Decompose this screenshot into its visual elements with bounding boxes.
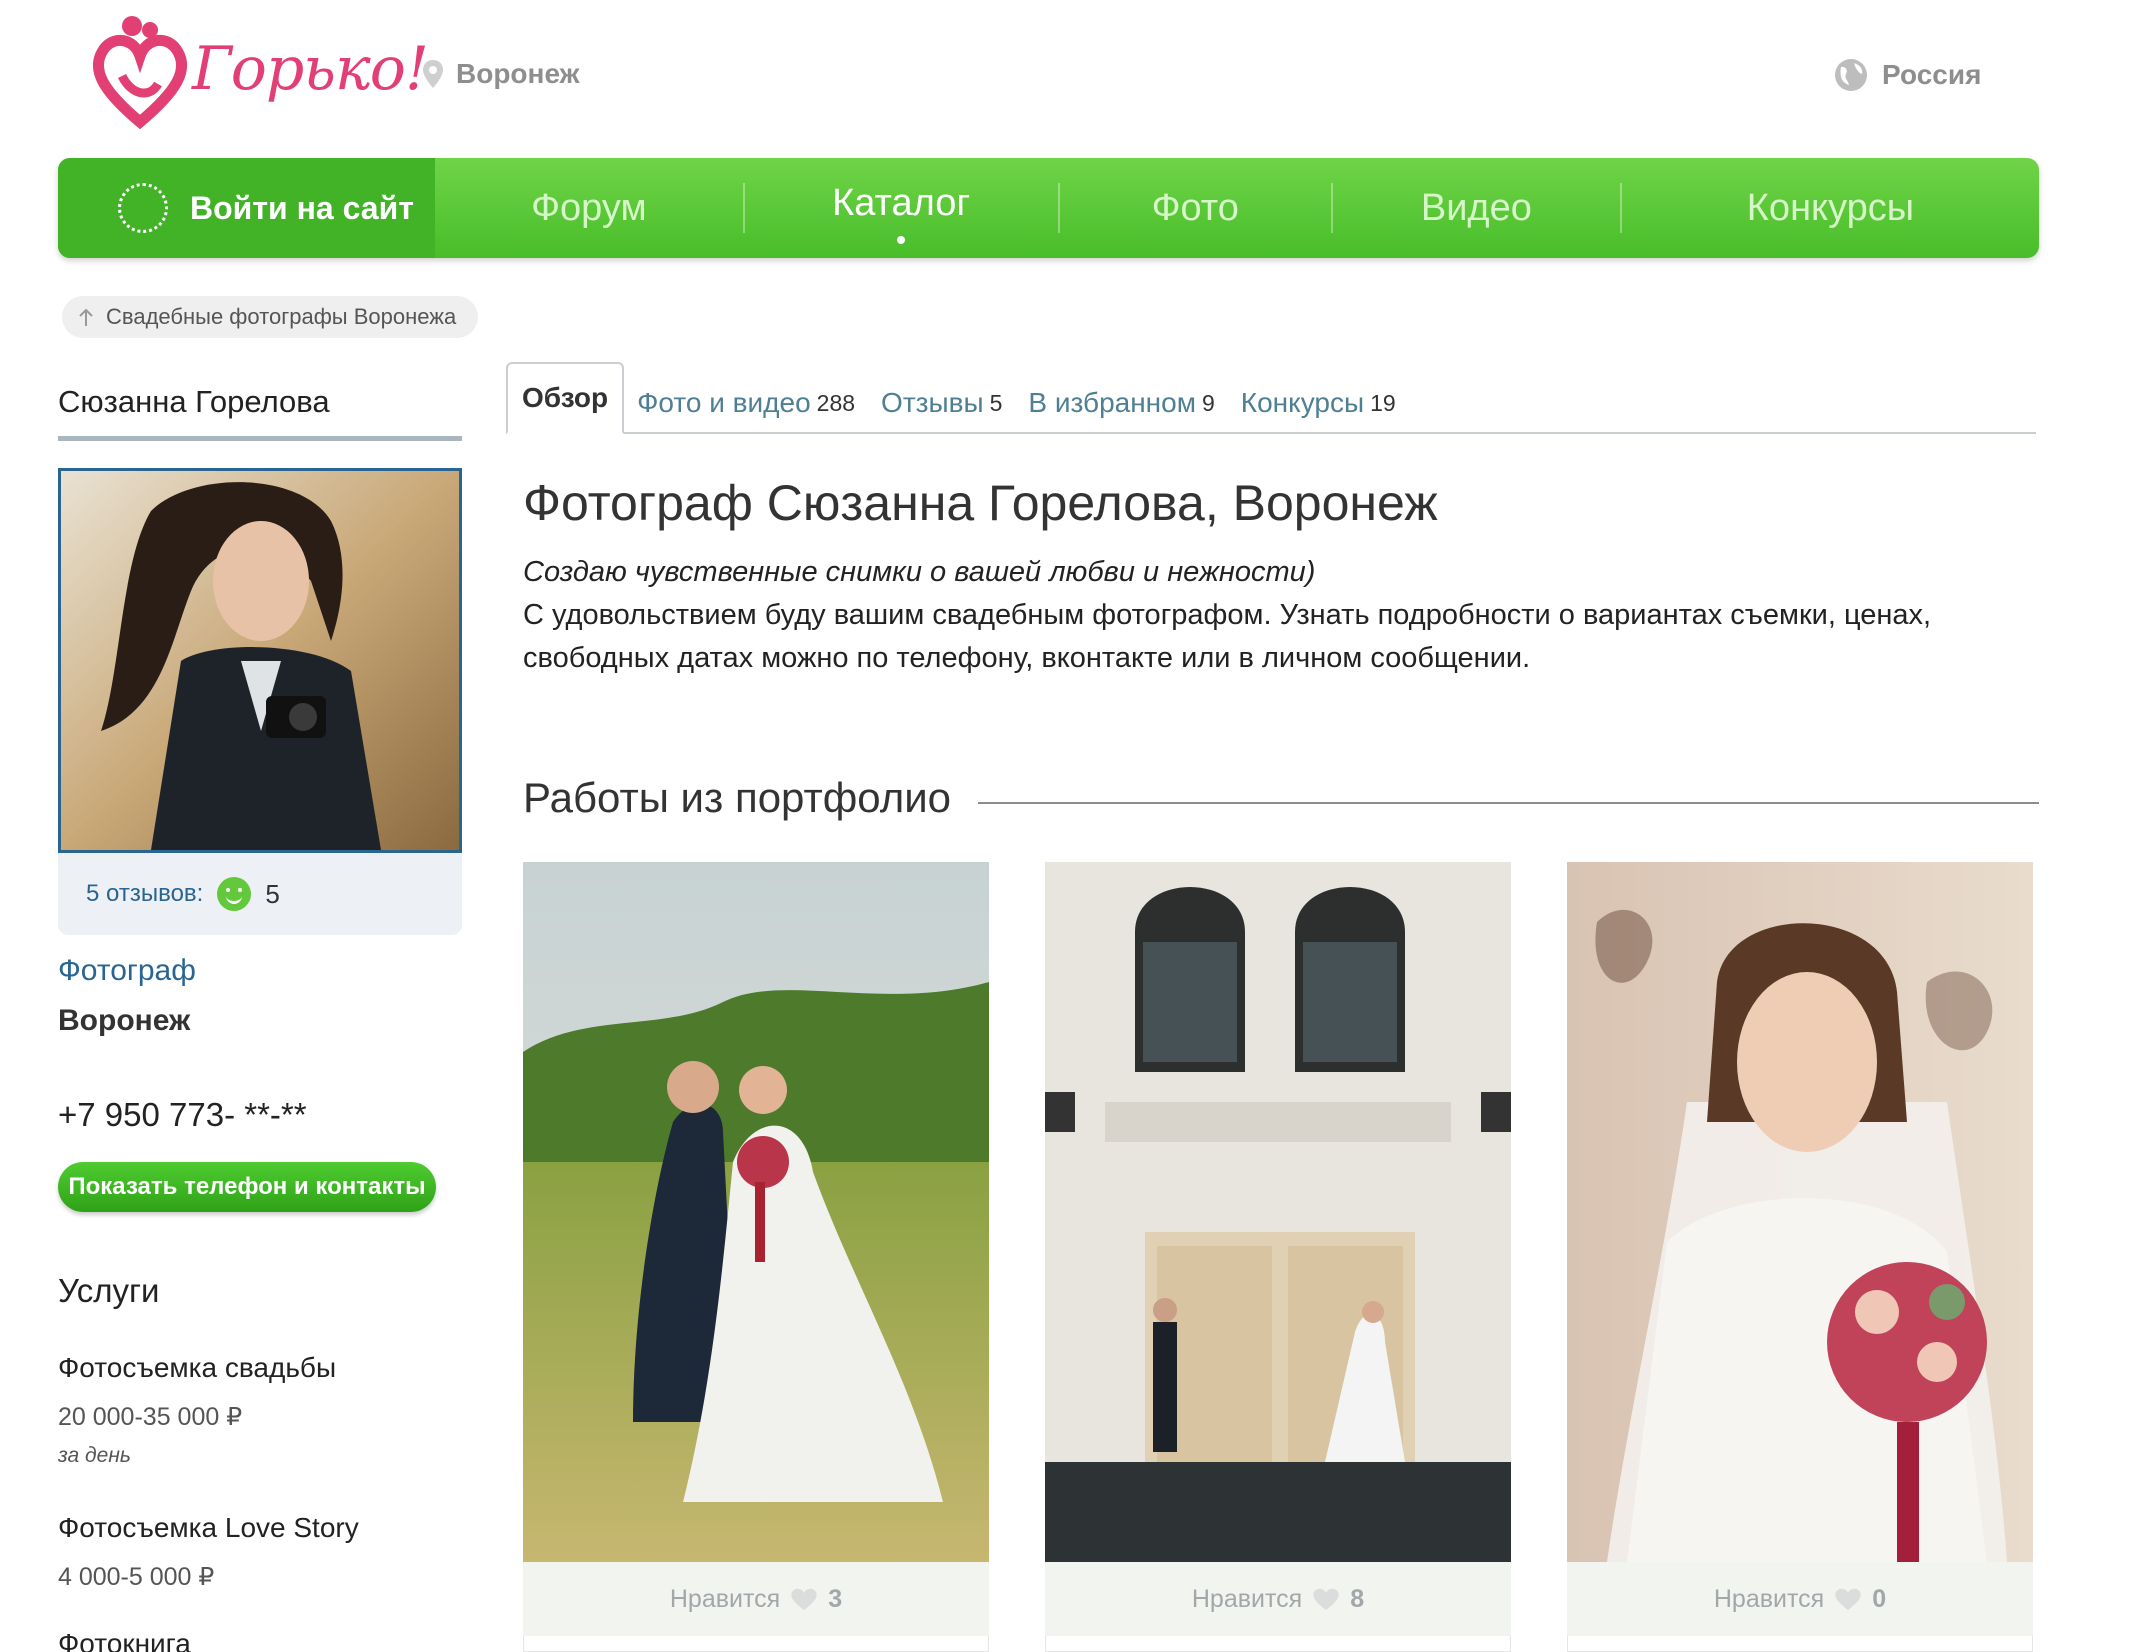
like-button[interactable]: Нравится 8 xyxy=(1045,1562,1511,1636)
nav-item-contests[interactable]: Конкурсы xyxy=(1622,158,2039,258)
portfolio-image xyxy=(1567,862,2033,1562)
profile-city: Воронеж xyxy=(58,1004,191,1037)
rating-box: 5 отзывов: 5 xyxy=(58,853,462,935)
nav-item-photo[interactable]: Фото xyxy=(1060,158,1331,258)
like-label: Нравится xyxy=(1713,1584,1825,1613)
card-footer xyxy=(1567,1636,2033,1652)
main-nav: Войти на сайт Форум Каталог Фото Видео К… xyxy=(58,158,2039,258)
smile-icon xyxy=(217,877,252,911)
tab-count: 9 xyxy=(1201,389,1215,416)
like-count: 0 xyxy=(1872,1584,1887,1613)
portfolio-image xyxy=(523,862,989,1562)
tab-label: Отзывы xyxy=(881,387,984,418)
like-count: 3 xyxy=(828,1584,843,1613)
like-count: 8 xyxy=(1350,1584,1365,1613)
heart-icon xyxy=(1835,1588,1861,1610)
login-label: Войти на сайт xyxy=(190,189,414,226)
city-label: Воронеж xyxy=(456,58,580,89)
nav-item-catalog[interactable]: Каталог xyxy=(745,158,1058,258)
heart-icon xyxy=(791,1588,817,1610)
login-button[interactable]: Войти на сайт xyxy=(58,158,436,258)
card-footer xyxy=(523,1636,989,1652)
description: С удовольствием буду вашим свадебным фот… xyxy=(523,599,1932,674)
tab-count: 5 xyxy=(989,389,1003,416)
portfolio-image xyxy=(1045,862,1511,1562)
tab-count: 19 xyxy=(1370,389,1396,416)
tab-contests[interactable]: Конкурсы 19 xyxy=(1228,374,1409,432)
dotted-circle-icon xyxy=(118,183,168,233)
globe-icon xyxy=(1835,59,1867,91)
portfolio-photo[interactable] xyxy=(1567,862,2033,1562)
service-unit: за день xyxy=(58,1444,131,1467)
reviews-link[interactable]: 5 отзывов: xyxy=(86,880,203,908)
phone-number: +7 950 773- **-** xyxy=(58,1096,307,1133)
nav-item-video[interactable]: Видео xyxy=(1333,158,1620,258)
tab-reviews[interactable]: Отзывы 5 xyxy=(868,374,1015,432)
arrow-up-icon xyxy=(79,308,93,326)
nav-item-forum[interactable]: Форум xyxy=(435,158,743,258)
tab-overview[interactable]: Обзор xyxy=(506,362,625,434)
country-label: Россия xyxy=(1882,59,1982,90)
avatar[interactable] xyxy=(58,468,462,853)
profile-tabs: Обзор Фото и видео 288 Отзывы 5 В избран… xyxy=(506,362,2036,434)
heart-icon xyxy=(1313,1588,1339,1610)
tab-favorites[interactable]: В избранном 9 xyxy=(1015,374,1227,432)
show-phone-button[interactable]: Показать телефон и контакты xyxy=(58,1162,436,1212)
like-button[interactable]: Нравится 0 xyxy=(1567,1562,2033,1636)
logo-text: Горько! xyxy=(192,34,429,104)
card-footer xyxy=(1045,1636,1511,1652)
country-selector[interactable]: Россия xyxy=(1834,58,1981,92)
avatar-photo xyxy=(61,471,459,850)
portfolio-photo[interactable] xyxy=(523,862,989,1562)
service-name: Фотосъемка Love Story xyxy=(58,1512,359,1543)
page-title: Фотограф Сюзанна Горелова, Воронеж xyxy=(523,475,1438,531)
portfolio-photo[interactable] xyxy=(1045,862,1511,1562)
tab-label: Обзор xyxy=(522,382,609,413)
tab-label: Фото и видео xyxy=(637,387,811,418)
tab-count: 288 xyxy=(816,389,856,416)
portfolio-title: Работы из портфолио xyxy=(523,774,952,821)
breadcrumb-label: Свадебные фотографы Воронежа xyxy=(106,304,457,329)
tagline: Создаю чувственные снимки о вашей любви … xyxy=(523,556,1316,588)
service-price: 20 000-35 000 ₽ xyxy=(58,1403,243,1431)
like-label: Нравится xyxy=(669,1584,781,1613)
service-name: Фотокнига xyxy=(58,1628,191,1652)
rating-count: 5 xyxy=(265,878,280,909)
divider xyxy=(978,802,2039,804)
services-title: Услуги xyxy=(58,1272,160,1309)
location-pin-icon xyxy=(423,60,443,88)
tab-label: В избранном xyxy=(1028,387,1196,418)
like-button[interactable]: Нравится 3 xyxy=(523,1562,989,1636)
city-selector[interactable]: Воронеж xyxy=(422,58,580,90)
tab-photo-video[interactable]: Фото и видео 288 xyxy=(624,374,868,432)
like-label: Нравится xyxy=(1191,1584,1303,1613)
tab-label: Конкурсы xyxy=(1240,387,1365,418)
profile-name: Сюзанна Горелова xyxy=(58,384,462,441)
service-price: 4 000-5 000 ₽ xyxy=(58,1563,215,1591)
service-name: Фотосъемка свадьбы xyxy=(58,1352,337,1383)
profession-link[interactable]: Фотограф xyxy=(58,954,196,988)
site-logo[interactable]: Горько! xyxy=(92,12,429,130)
breadcrumb[interactable]: Свадебные фотографы Воронежа xyxy=(62,296,479,338)
heart-logo-icon xyxy=(92,16,188,130)
